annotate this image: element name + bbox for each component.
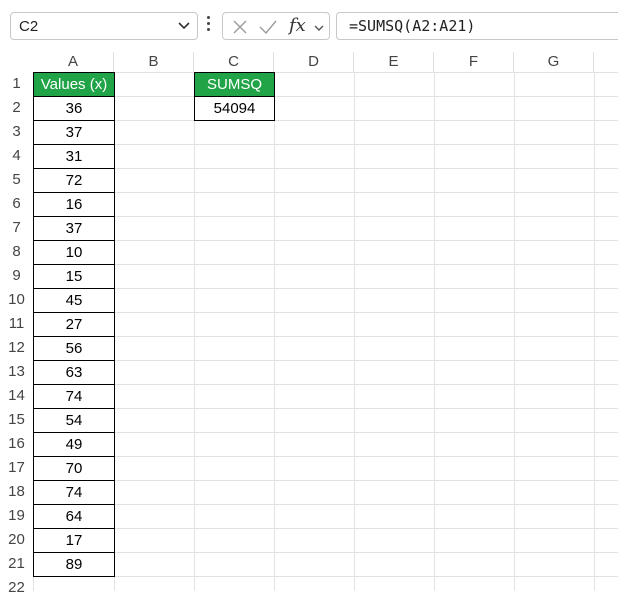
row-header-20[interactable]: 20 xyxy=(0,528,33,552)
cell-a18[interactable]: 74 xyxy=(33,480,115,505)
cell-a16[interactable]: 49 xyxy=(33,432,115,457)
gridline-horizontal xyxy=(33,168,618,169)
column-header-g[interactable]: G xyxy=(514,52,594,72)
gridline-horizontal xyxy=(33,552,618,553)
cell-a5[interactable]: 72 xyxy=(33,168,115,193)
column-header-c[interactable]: C xyxy=(194,52,274,72)
name-box[interactable]: C2 xyxy=(10,12,198,40)
cell-a9[interactable]: 15 xyxy=(33,264,115,289)
gridline-horizontal xyxy=(33,528,618,529)
cell-a1-header[interactable]: Values (x) xyxy=(33,72,115,97)
row-header-22[interactable]: 22 xyxy=(0,576,33,600)
chevron-down-icon[interactable] xyxy=(313,21,325,39)
gridline-horizontal xyxy=(33,336,618,337)
gridline-horizontal xyxy=(33,408,618,409)
column-header-a[interactable]: A xyxy=(33,52,114,72)
row-header-16[interactable]: 16 xyxy=(0,432,33,456)
gridline-horizontal xyxy=(33,216,618,217)
row-header-9[interactable]: 9 xyxy=(0,264,33,288)
gridline-horizontal xyxy=(33,72,618,73)
cell-a19[interactable]: 64 xyxy=(33,504,115,529)
cell-a12[interactable]: 56 xyxy=(33,336,115,361)
gridline-horizontal xyxy=(33,432,618,433)
name-box-value: C2 xyxy=(19,18,39,35)
cell-a7[interactable]: 37 xyxy=(33,216,115,241)
gridline-horizontal xyxy=(33,240,618,241)
row-header-17[interactable]: 17 xyxy=(0,456,33,480)
gridline-vertical xyxy=(434,72,435,591)
column-header-e[interactable]: E xyxy=(354,52,434,72)
row-header-18[interactable]: 18 xyxy=(0,480,33,504)
gridline-horizontal xyxy=(33,384,618,385)
formula-input[interactable]: =SUMSQ(A2:A21) xyxy=(336,12,618,40)
gridline-horizontal xyxy=(33,144,618,145)
gridline-horizontal xyxy=(33,480,618,481)
row-header-11[interactable]: 11 xyxy=(0,312,33,336)
row-header-12[interactable]: 12 xyxy=(0,336,33,360)
cell-a21[interactable]: 89 xyxy=(33,552,115,577)
enter-check-icon[interactable] xyxy=(258,18,278,41)
gridline-vertical xyxy=(514,72,515,591)
gridline-horizontal xyxy=(33,192,618,193)
gridline-vertical xyxy=(274,72,275,591)
cell-a2[interactable]: 36 xyxy=(33,96,115,121)
formula-bar: C2 fx =SUMSQ(A2:A21) xyxy=(0,0,618,52)
cell-a17[interactable]: 70 xyxy=(33,456,115,481)
more-options-icon[interactable] xyxy=(204,16,212,38)
row-header-7[interactable]: 7 xyxy=(0,216,33,240)
gridline-horizontal xyxy=(33,312,618,313)
gridline-horizontal xyxy=(33,96,618,97)
gridline-horizontal xyxy=(33,456,618,457)
column-header-b[interactable]: B xyxy=(114,52,194,72)
row-header-6[interactable]: 6 xyxy=(0,192,33,216)
cell-a3[interactable]: 37 xyxy=(33,120,115,145)
row-header-15[interactable]: 15 xyxy=(0,408,33,432)
row-header-2[interactable]: 2 xyxy=(0,96,33,120)
row-header-1[interactable]: 1 xyxy=(0,72,33,96)
row-header-8[interactable]: 8 xyxy=(0,240,33,264)
column-header-d[interactable]: D xyxy=(274,52,354,72)
row-header-3[interactable]: 3 xyxy=(0,120,33,144)
gridline-horizontal xyxy=(33,360,618,361)
row-header-19[interactable]: 19 xyxy=(0,504,33,528)
row-header-10[interactable]: 10 xyxy=(0,288,33,312)
gridline-vertical xyxy=(354,72,355,591)
gridline-horizontal xyxy=(33,576,618,577)
cell-c1-header[interactable]: SUMSQ xyxy=(194,72,275,97)
formula-controls: fx xyxy=(222,12,330,40)
formula-text: =SUMSQ(A2:A21) xyxy=(349,17,476,35)
row-header-5[interactable]: 5 xyxy=(0,168,33,192)
gridline-horizontal xyxy=(33,120,618,121)
cell-a15[interactable]: 54 xyxy=(33,408,115,433)
cell-a13[interactable]: 63 xyxy=(33,360,115,385)
cell-a6[interactable]: 16 xyxy=(33,192,115,217)
row-header-14[interactable]: 14 xyxy=(0,384,33,408)
cell-a11[interactable]: 27 xyxy=(33,312,115,337)
row-header-4[interactable]: 4 xyxy=(0,144,33,168)
cell-a20[interactable]: 17 xyxy=(33,528,115,553)
spreadsheet-grid[interactable]: A B C D E F G 1 2 3 4 5 6 7 8 9 10 11 12 13 14 15 16 17 18 19 20 21… xyxy=(0,52,618,596)
gridline-horizontal xyxy=(33,264,618,265)
chevron-down-icon[interactable] xyxy=(177,18,191,37)
gridline-vertical xyxy=(194,72,195,591)
cell-c2-result[interactable]: 54094 xyxy=(194,96,275,121)
gridline-horizontal xyxy=(33,504,618,505)
row-header-21[interactable]: 21 xyxy=(0,552,33,576)
cell-a4[interactable]: 31 xyxy=(33,144,115,169)
column-header-f[interactable]: F xyxy=(434,52,514,72)
gridline-vertical xyxy=(594,72,595,591)
cell-a14[interactable]: 74 xyxy=(33,384,115,409)
cancel-icon[interactable] xyxy=(231,18,249,41)
row-header-13[interactable]: 13 xyxy=(0,360,33,384)
gridline-horizontal xyxy=(33,288,618,289)
insert-function-icon[interactable]: fx xyxy=(289,15,306,36)
cell-a8[interactable]: 10 xyxy=(33,240,115,265)
cell-a10[interactable]: 45 xyxy=(33,288,115,313)
